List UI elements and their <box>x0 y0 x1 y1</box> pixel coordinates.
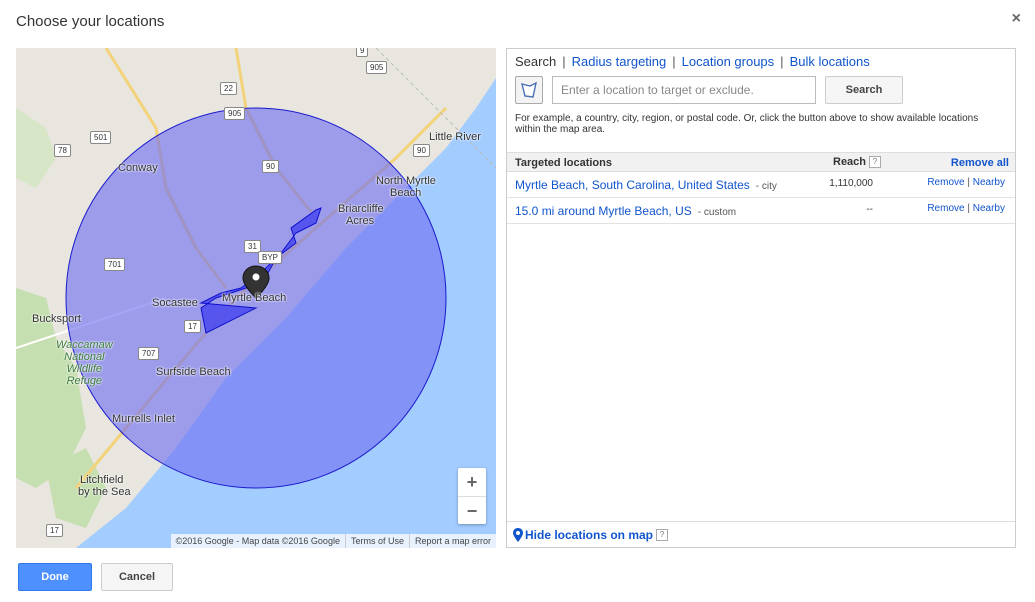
road-shield: 90 <box>413 144 430 157</box>
park-label-line: National <box>64 351 105 363</box>
road-shield: 905 <box>366 61 388 74</box>
map-attribution: ©2016 Google - Map data ©2016 Google Ter… <box>170 534 496 548</box>
header-targeted-locations: Targeted locations <box>515 157 612 169</box>
place-label: Beach <box>390 187 422 199</box>
road-shield: 17 <box>184 320 201 333</box>
zoom-in-button[interactable]: + <box>458 468 486 496</box>
table-row: 15.0 mi around Myrtle Beach, US - custom … <box>507 198 1015 224</box>
place-label: Murrells Inlet <box>112 413 175 425</box>
draw-area-button[interactable] <box>515 76 543 104</box>
place-label: Socastee <box>152 297 198 309</box>
remove-link[interactable]: Remove <box>927 177 964 188</box>
tab-separator: | <box>780 54 784 69</box>
place-label: Conway <box>118 162 158 174</box>
search-hint: For example, a country, city, region, or… <box>515 113 979 135</box>
location-search-input[interactable] <box>552 76 816 104</box>
road-shield: BYP <box>258 251 283 264</box>
tab-bulk-locations[interactable]: Bulk locations <box>790 54 870 69</box>
report-map-error-link[interactable]: Report a map error <box>408 534 496 548</box>
park-label-line: Refuge <box>66 375 103 387</box>
hide-locations-row: Hide locations on map ? <box>507 521 1015 547</box>
location-name: 15.0 mi around Myrtle Beach, US <box>515 204 692 218</box>
location-link[interactable]: Myrtle Beach, South Carolina, United Sta… <box>515 178 777 192</box>
tab-separator: | <box>562 54 566 69</box>
tab-search[interactable]: Search <box>515 54 556 69</box>
road-shield: 90 <box>262 160 279 173</box>
locations-panel: Search | Radius targeting | Location groups |… <box>506 48 1016 548</box>
map-pin-icon <box>513 527 523 542</box>
zoom-control: + − <box>458 468 486 524</box>
action-separator: | <box>967 177 970 188</box>
terms-of-use-link[interactable]: Terms of Use <box>344 534 409 548</box>
targeted-locations-header: Targeted locations Reach? Remove all <box>507 152 1015 172</box>
tab-radius-targeting[interactable]: Radius targeting <box>572 54 667 69</box>
action-separator: | <box>967 203 970 214</box>
place-label: Briarcliffe <box>338 203 384 215</box>
road-shield: 78 <box>54 144 71 157</box>
park-label: Waccamaw National Wildlife Refuge <box>56 339 113 387</box>
close-icon[interactable]: × <box>1012 10 1021 28</box>
place-label: Bucksport <box>32 313 81 325</box>
place-label: Acres <box>346 215 375 227</box>
place-label: Myrtle Beach <box>222 292 287 304</box>
place-label: North Myrtle <box>376 175 436 187</box>
place-label: Litchfield <box>80 474 124 486</box>
hide-locations-link[interactable]: Hide locations on map <box>525 528 653 542</box>
row-actions: Remove | Nearby <box>927 203 1005 214</box>
dialog-title: Choose your locations <box>16 13 165 30</box>
done-button[interactable]: Done <box>18 563 92 591</box>
location-map[interactable]: Conway Little River North Myrtle Beach B… <box>16 48 496 548</box>
place-label: Little River <box>429 131 481 143</box>
header-reach: Reach? <box>833 156 882 168</box>
nearby-link[interactable]: Nearby <box>973 203 1005 214</box>
park-label-line: Waccamaw <box>56 339 113 351</box>
location-name: Myrtle Beach, South Carolina, United Sta… <box>515 178 750 192</box>
targeting-tabs: Search | Radius targeting | Location groups |… <box>515 54 870 69</box>
road-shield: 701 <box>104 258 126 271</box>
search-button[interactable]: Search <box>825 76 903 104</box>
location-reach: -- <box>866 204 873 215</box>
location-type: - custom <box>697 207 737 218</box>
remove-link[interactable]: Remove <box>927 203 964 214</box>
table-row: Myrtle Beach, South Carolina, United Sta… <box>507 172 1015 198</box>
road-shield: 9 <box>356 48 369 57</box>
attribution-text: ©2016 Google - Map data ©2016 Google <box>175 536 340 546</box>
header-reach-label: Reach <box>833 156 867 168</box>
location-link[interactable]: 15.0 mi around Myrtle Beach, US - custom <box>515 204 736 218</box>
location-type: - city <box>755 181 777 192</box>
road-shield: 22 <box>220 82 237 95</box>
tab-location-groups[interactable]: Location groups <box>682 54 775 69</box>
cancel-button[interactable]: Cancel <box>101 563 173 591</box>
road-shield: 707 <box>138 347 160 360</box>
park-label-line: Wildlife <box>66 363 102 375</box>
place-label: by the Sea <box>78 486 131 498</box>
help-icon[interactable]: ? <box>869 156 882 168</box>
location-reach: 1,110,000 <box>829 178 873 189</box>
help-icon[interactable]: ? <box>656 528 669 541</box>
place-label: Surfside Beach <box>156 366 231 378</box>
road-shield: 501 <box>90 131 112 144</box>
tab-separator: | <box>672 54 676 69</box>
zoom-out-button[interactable]: − <box>458 496 486 525</box>
remove-all-link[interactable]: Remove all <box>951 157 1009 169</box>
nearby-link[interactable]: Nearby <box>973 177 1005 188</box>
polygon-draw-icon <box>521 81 537 98</box>
road-shield: 905 <box>224 107 246 120</box>
row-actions: Remove | Nearby <box>927 177 1005 188</box>
search-row: Search <box>515 76 903 104</box>
road-shield: 17 <box>46 524 63 537</box>
